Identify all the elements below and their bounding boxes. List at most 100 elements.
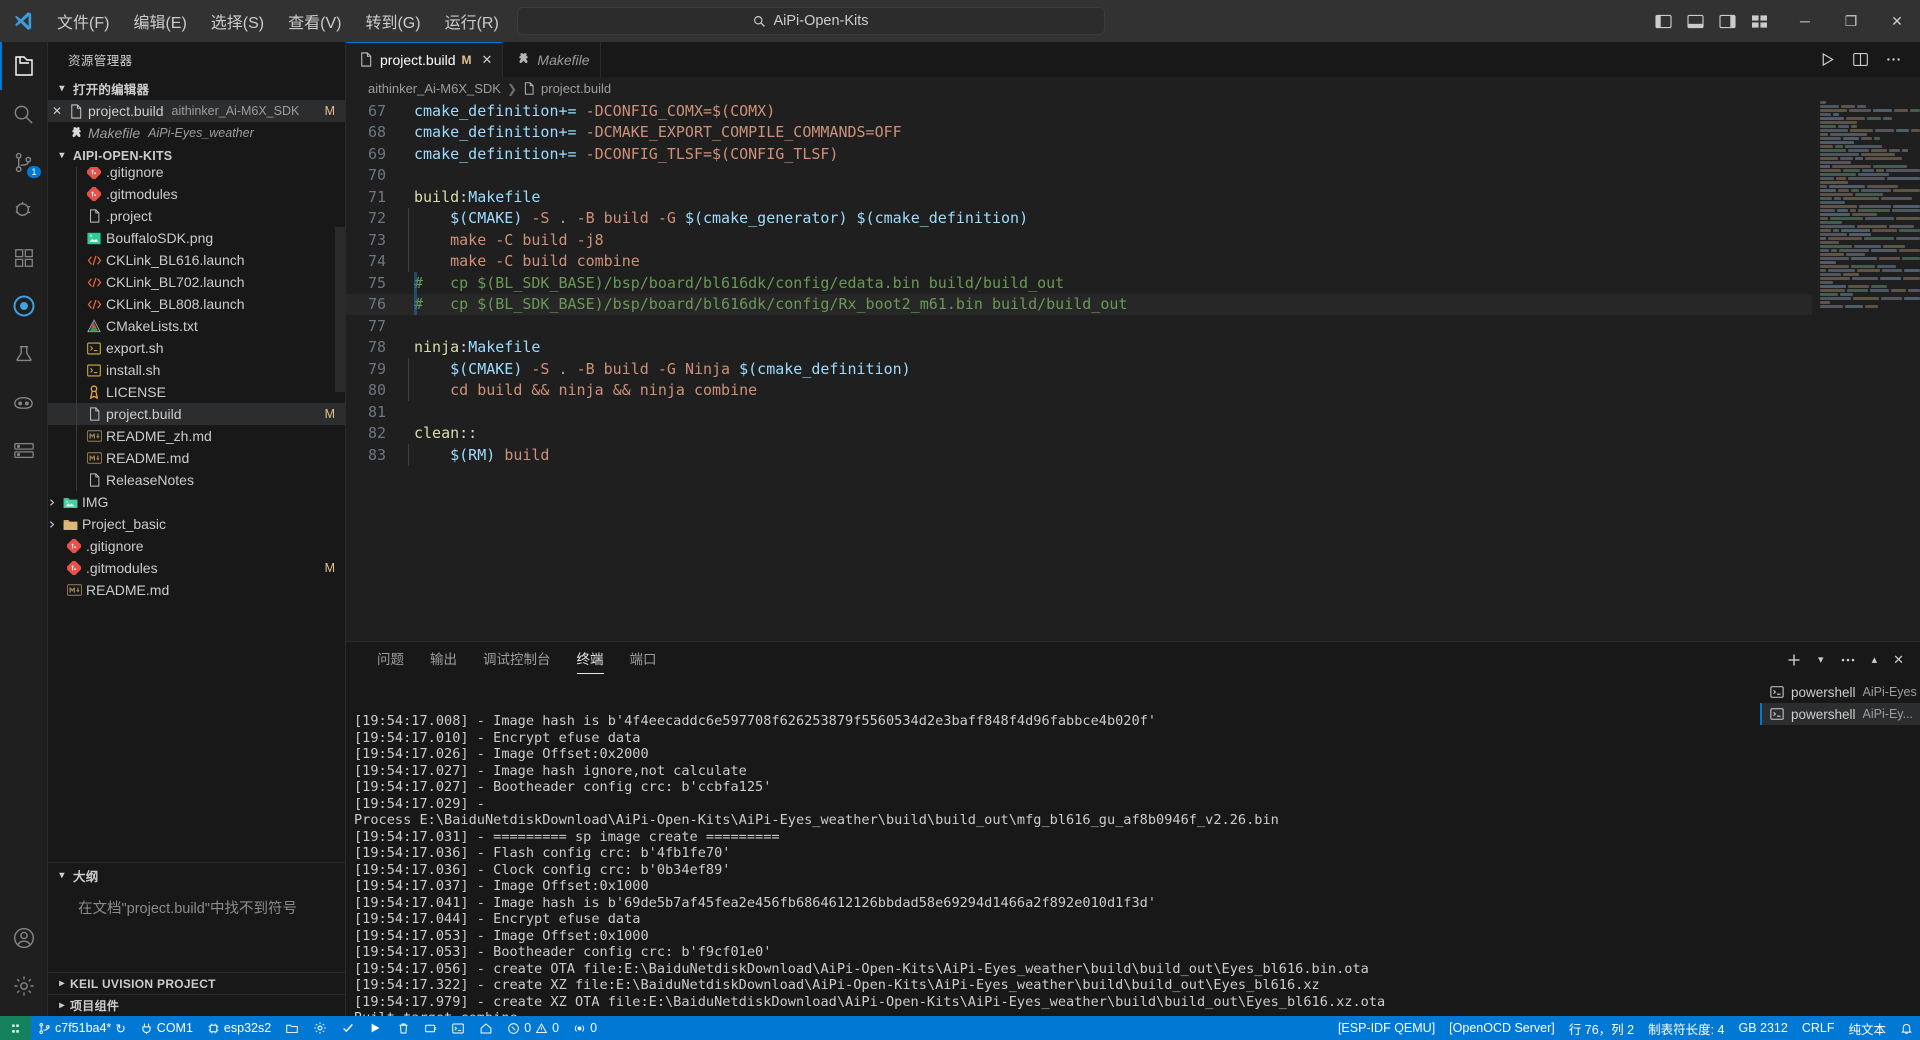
close-button[interactable]: ✕ [1874, 0, 1920, 42]
ellipsis-icon[interactable] [1885, 51, 1902, 68]
menu-view[interactable]: 查看(V) [277, 5, 352, 37]
chevron-right-icon[interactable] [48, 520, 60, 529]
ellipsis-icon[interactable] [1840, 652, 1856, 668]
open-editor-makefile[interactable]: Makefile AiPi-Eyes_weather [48, 122, 345, 144]
status-notifications[interactable] [1893, 1016, 1920, 1040]
status-language-mode[interactable]: 纯文本 [1841, 1016, 1893, 1040]
chevron-right-icon[interactable] [48, 498, 60, 507]
chevron-up-icon[interactable]: ▴ [1872, 653, 1878, 666]
status-upload[interactable] [362, 1016, 390, 1040]
sidebar-item-test[interactable] [0, 330, 48, 378]
sidebar-item-source-control[interactable]: 1 [0, 138, 48, 186]
code-line[interactable]: 75 # cp $(BL_SDK_BASE)/bsp/board/bl616dk/… [346, 272, 1812, 294]
status-board[interactable]: esp32s2 [200, 1016, 278, 1040]
code-line[interactable]: 70 [346, 165, 1812, 187]
maximize-button[interactable]: ❐ [1828, 0, 1874, 42]
tree-item-cklink-bl702-launch[interactable]: CKLink_BL702.launch [48, 271, 345, 293]
terminal-list-item-1[interactable]: powershell AiPi-Eyes [1760, 681, 1920, 703]
status-build[interactable] [334, 1016, 362, 1040]
status-clean[interactable] [390, 1016, 417, 1040]
section-project-components[interactable]: ▸ 项目组件 [48, 994, 345, 1016]
code-line[interactable]: 80 cd build && ninja && ninja combine [346, 379, 1812, 402]
status-home[interactable] [472, 1016, 500, 1040]
status-indentation[interactable]: 制表符长度: 4 [1641, 1016, 1731, 1040]
code-line[interactable]: 82 clean:: [346, 423, 1812, 445]
terminal-output[interactable]: [19:54:17.008] - Image hash is b'4f4eeca… [346, 677, 1760, 1016]
minimize-button[interactable]: ─ [1782, 0, 1828, 42]
code-line[interactable]: 68 cmake_definition+= -DCMAKE_EXPORT_COMP… [346, 122, 1812, 144]
tree-item-gitignore[interactable]: .gitignore [48, 535, 345, 557]
tree-item-project-build[interactable]: project.build M [48, 403, 345, 425]
menu-go[interactable]: 转到(G) [354, 5, 431, 37]
tree-item-img[interactable]: IMG [48, 491, 345, 513]
accounts-button[interactable] [0, 914, 48, 962]
customize-layout-icon[interactable] [1748, 10, 1770, 32]
tab-output[interactable]: 输出 [417, 642, 470, 677]
tab-ports[interactable]: 端口 [617, 642, 670, 677]
breadcrumb-file[interactable]: project.build [541, 81, 611, 96]
section-open-editors[interactable]: ▾ 打开的编辑器 [48, 77, 345, 100]
code-line[interactable]: 71 build:Makefile [346, 186, 1812, 208]
tree-item-readme-md[interactable]: README.md [48, 579, 345, 601]
status-problems[interactable]: 0 0 [500, 1016, 566, 1040]
outline-header[interactable]: ▾ 大纲 [48, 863, 345, 887]
status-folder-open[interactable] [278, 1016, 306, 1040]
sidebar-item-remote-explorer[interactable] [0, 426, 48, 474]
code-line[interactable]: 67 cmake_definition+= -DCONFIG_COMX=$(COM… [346, 100, 1812, 122]
plus-icon[interactable] [1786, 652, 1802, 668]
tree-item-readme-zh-md[interactable]: README_zh.md [48, 425, 345, 447]
command-center-search[interactable]: AiPi-Open-Kits [517, 7, 1105, 35]
toggle-primary-sidebar-icon[interactable] [1652, 10, 1674, 32]
code-line[interactable]: 72 $(CMAKE) -S . -B build -G $(cmake_gen… [346, 207, 1812, 230]
tree-item-gitmodules[interactable]: .gitmodules [48, 183, 345, 205]
status-ports[interactable]: 0 [566, 1016, 604, 1040]
code-editor[interactable]: 67 cmake_definition+= -DCONFIG_COMX=$(COM… [346, 100, 1920, 641]
code-line[interactable]: 77 [346, 315, 1812, 337]
play-icon[interactable] [1819, 51, 1836, 68]
sidebar-scrollbar[interactable] [335, 227, 345, 392]
tree-item-cklink-bl616-launch[interactable]: CKLink_BL616.launch [48, 249, 345, 271]
tab-debug-console[interactable]: 调试控制台 [470, 642, 564, 677]
status-terminal-toggle[interactable] [444, 1016, 472, 1040]
tree-item-releasenotes[interactable]: ReleaseNotes [48, 469, 345, 491]
sidebar-item-run-debug[interactable] [0, 186, 48, 234]
tree-item-project-basic[interactable]: Project_basic [48, 513, 345, 535]
tree-item-cklink-bl808-launch[interactable]: CKLink_BL808.launch [48, 293, 345, 315]
status-settings-gear[interactable] [306, 1016, 334, 1040]
menu-file[interactable]: 文件(F) [46, 5, 120, 37]
status-remote-indicator[interactable] [0, 1016, 31, 1040]
code-line[interactable]: 79 $(CMAKE) -S . -B build -G Ninja $(cma… [346, 358, 1812, 380]
code-line[interactable]: 73 make -C build -j8 [346, 229, 1812, 251]
chevron-down-icon[interactable]: ▾ [1818, 653, 1824, 666]
code-lines-container[interactable]: 67 cmake_definition+= -DCONFIG_COMX=$(COM… [346, 100, 1812, 641]
section-workspace[interactable]: ▾ AIPI-OPEN-KITS [48, 144, 345, 167]
tree-item-bouffalosdk-png[interactable]: BouffaloSDK.png [48, 227, 345, 249]
close-icon[interactable]: ✕ [48, 104, 66, 118]
status-serial-monitor[interactable] [417, 1016, 444, 1040]
close-icon[interactable]: ✕ [1893, 652, 1904, 668]
tree-item-project[interactable]: .project [48, 205, 345, 227]
tab-terminal[interactable]: 终端 [564, 642, 617, 677]
menu-run[interactable]: 运行(R) [434, 5, 510, 37]
status-cursor-position[interactable]: 行 76，列 2 [1562, 1016, 1641, 1040]
tree-item-license[interactable]: LICENSE [48, 381, 345, 403]
tree-item-gitignore[interactable]: .gitignore [48, 167, 345, 183]
settings-button[interactable] [0, 962, 48, 1010]
tree-item-export-sh[interactable]: export.sh [48, 337, 345, 359]
tab-project-build[interactable]: project.build M ✕ [346, 42, 504, 77]
status-git-branch[interactable]: c7f51ba4* ↻ [31, 1016, 133, 1040]
code-line[interactable]: 69 cmake_definition+= -DCONFIG_TLSF=$(CON… [346, 143, 1812, 165]
tab-close-icon[interactable]: ✕ [482, 52, 493, 68]
split-icon[interactable] [1852, 51, 1869, 68]
tree-item-cmakelists-txt[interactable]: CMakeLists.txt [48, 315, 345, 337]
menu-selection[interactable]: 选择(S) [200, 5, 275, 37]
tree-item-gitmodules[interactable]: .gitmodules M [48, 557, 345, 579]
code-line[interactable]: 78 ninja:Makefile [346, 337, 1812, 359]
status-openocd-server[interactable]: [OpenOCD Server] [1442, 1016, 1562, 1040]
code-line[interactable]: 83 $(RM) build [346, 444, 1812, 466]
tree-item-install-sh[interactable]: install.sh [48, 359, 345, 381]
terminal-list-item-2[interactable]: powershell AiPi-Ey... [1760, 703, 1920, 725]
sidebar-item-search[interactable] [0, 90, 48, 138]
code-line[interactable]: 74 make -C build combine [346, 250, 1812, 273]
sidebar-item-platformio[interactable] [0, 282, 48, 330]
